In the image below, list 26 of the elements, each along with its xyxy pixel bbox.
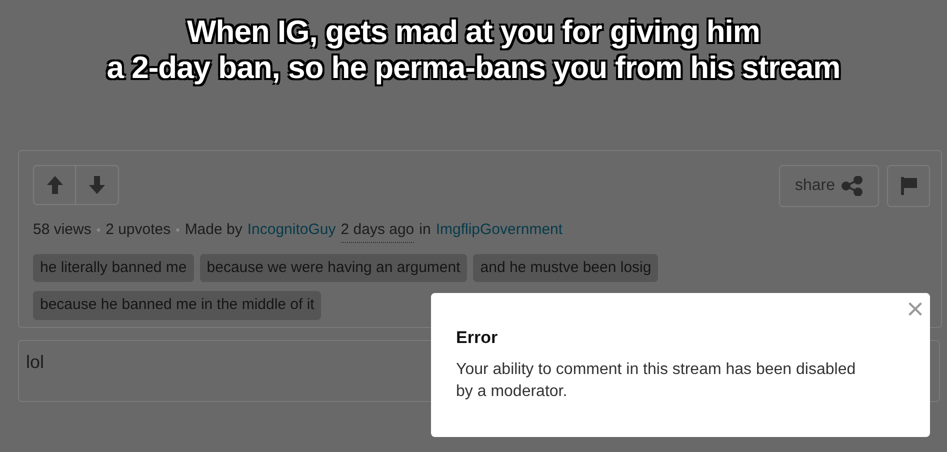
meta-text: in xyxy=(419,220,431,240)
caption-line: When IG, gets mad at you for giving him xyxy=(187,14,760,50)
share-button[interactable]: share xyxy=(779,165,879,207)
flag-button[interactable] xyxy=(887,165,930,207)
timestamp: 2 days ago xyxy=(340,219,414,242)
arrow-down-icon xyxy=(88,175,106,195)
close-button[interactable]: × xyxy=(906,295,924,325)
link[interactable]: IncognitoGuy xyxy=(247,219,336,242)
link[interactable]: ImgflipGovernment xyxy=(436,219,563,242)
separator-dot: • xyxy=(176,222,180,239)
meta-text: 58 views xyxy=(33,220,92,240)
flag-icon xyxy=(900,177,918,195)
meta-text: 2 upvotes xyxy=(106,220,171,240)
tag[interactable]: he literally banned me xyxy=(33,254,194,282)
separator-dot: • xyxy=(96,222,101,239)
downvote-button[interactable] xyxy=(76,165,119,205)
tag[interactable]: because we were having an argument xyxy=(200,254,468,282)
share-icon xyxy=(841,176,864,196)
dialog-message: Your ability to comment in this stream has been disabled by a moderator. xyxy=(456,360,856,402)
tag[interactable]: and he mustve been losig xyxy=(473,254,658,282)
caption-line: a 2-day ban, so he perma-bans you from his stream xyxy=(106,50,840,86)
arrow-up-icon xyxy=(46,175,64,195)
meta-text: Made by xyxy=(184,220,242,240)
dialog-title: Error xyxy=(456,327,499,349)
upvote-button[interactable] xyxy=(33,165,76,205)
tag[interactable]: because he banned me in the middle of it xyxy=(33,291,322,320)
